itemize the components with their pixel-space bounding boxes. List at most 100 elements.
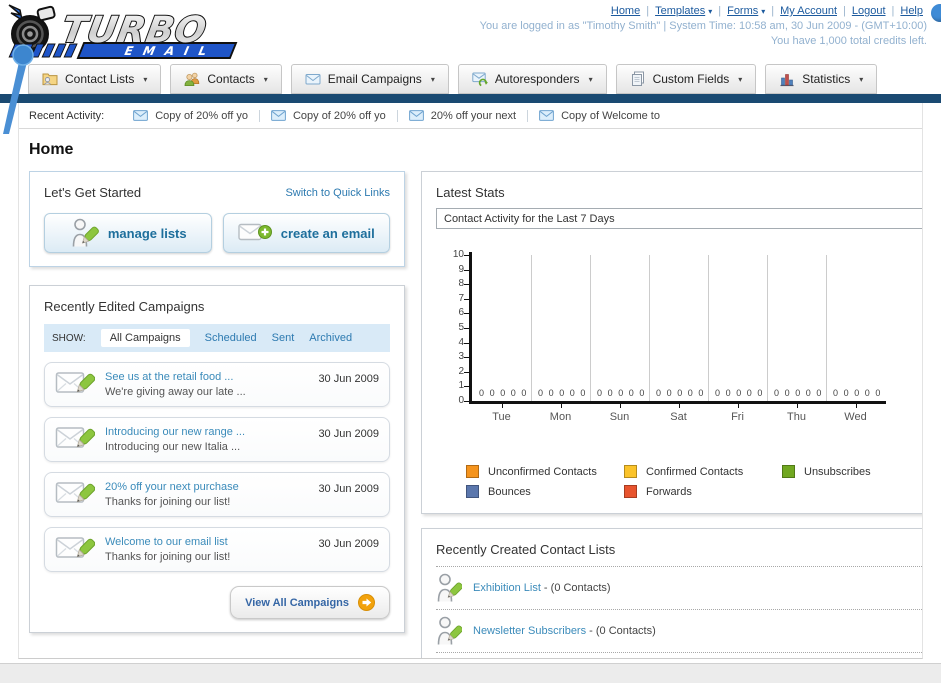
chart-value-label: 0 <box>510 388 516 398</box>
manage-lists-button[interactable]: manage lists <box>44 213 212 253</box>
recent-activity-item-2[interactable]: Copy of 20% off yo <box>260 109 398 122</box>
chart-value-label: 0 <box>677 388 683 398</box>
campaign-title-link[interactable]: See us at the retail food ... <box>105 371 308 383</box>
chart-y-tick <box>464 386 469 388</box>
recent-activity-item-4[interactable]: Copy of Welcome to <box>528 110 671 122</box>
recent-activity-item-label: Copy of Welcome to <box>561 109 660 122</box>
campaign-edit-icon <box>55 533 96 565</box>
campaign-row[interactable]: Introducing our new range ... Introducing… <box>44 417 390 462</box>
envelope-icon <box>133 110 149 121</box>
campaign-row[interactable]: See us at the retail food ... We're givin… <box>44 362 390 407</box>
stats-period-value: Contact Activity for the Last 7 Days <box>444 212 615 225</box>
chart-y-tick-label: 10 <box>452 249 464 260</box>
header-link-logout[interactable]: Logout <box>852 5 886 17</box>
chart-y-axis <box>469 252 472 404</box>
tab-label: Autoresponders <box>494 72 580 86</box>
switch-quick-links-link[interactable]: Switch to Quick Links <box>285 187 390 199</box>
recent-activity-item-1[interactable]: Copy of 20% off yo <box>122 109 260 122</box>
contact-list-text: Newsletter Subscribers - (0 Contacts) <box>473 625 656 637</box>
chart-y-tick <box>464 401 469 402</box>
chart-value-label: 0 <box>757 388 763 398</box>
chart-y-tick-label: 1 <box>458 380 464 392</box>
chevron-down-icon: ▾ <box>708 7 713 16</box>
tab-statistics[interactable]: Statistics ▾ <box>765 64 878 94</box>
filter-sent[interactable]: Sent <box>272 332 295 344</box>
chart-y-tick-label: 8 <box>458 278 464 290</box>
chart-gridline <box>590 255 591 401</box>
legend-swatch <box>624 465 637 478</box>
legend-label: Confirmed Contacts <box>646 465 744 478</box>
contact-lists-icon <box>42 71 58 87</box>
filter-archived[interactable]: Archived <box>309 332 352 344</box>
campaign-filter-bar: SHOW: All Campaigns Scheduled Sent Archived <box>44 324 390 352</box>
recent-activity-label: Recent Activity: <box>29 109 105 122</box>
tab-custom-fields[interactable]: Custom Fields ▾ <box>615 64 757 94</box>
header-link-home[interactable]: Home <box>611 5 640 17</box>
chart-y-tick-label: 4 <box>458 336 464 348</box>
campaign-title-link[interactable]: Introducing our new range ... <box>105 426 308 438</box>
separator: | <box>891 5 895 17</box>
chart-value-label: 0 <box>500 388 506 398</box>
tab-label: Contact Lists <box>65 72 135 86</box>
chart-x-tick <box>737 404 739 408</box>
contact-list-count: - (0 Contacts) <box>586 625 656 637</box>
campaign-text: 20% off your next purchase Thanks for joi… <box>105 481 308 508</box>
header-link-forms[interactable]: Forms ▾ <box>727 5 765 17</box>
campaign-title-link[interactable]: 20% off your next purchase <box>105 481 308 493</box>
header-link-templates[interactable]: Templates ▾ <box>655 5 712 17</box>
campaign-row[interactable]: Welcome to our email list Thanks for join… <box>44 527 390 572</box>
chart-x-tick <box>501 404 503 408</box>
tab-autoresponders[interactable]: Autoresponders ▾ <box>457 64 607 94</box>
legend-swatch <box>466 485 479 498</box>
recent-activity-item-label: Copy of 20% off yo <box>155 109 248 122</box>
contact-list-row: Exhibition List - (0 Contacts) <box>436 567 922 610</box>
recent-contact-lists-panel: Recently Created Contact Lists Exhibitio… <box>421 528 922 658</box>
contact-list-text: Exhibition List - (0 Contacts) <box>473 582 611 594</box>
chart-x-tick-label: Wed <box>844 411 867 423</box>
tab-label: Email Campaigns <box>327 72 422 86</box>
chart-value-label: 0 <box>489 388 495 398</box>
chevron-down-icon: ▾ <box>761 7 766 16</box>
envelope-icon <box>539 110 555 121</box>
chevron-down-icon: ▾ <box>588 74 593 84</box>
campaign-date: 30 Jun 2009 <box>318 428 379 440</box>
header-link-my-account[interactable]: My Account <box>780 5 837 17</box>
contact-list-link[interactable]: Exhibition List <box>473 582 541 594</box>
chart-y-tick-label: 5 <box>458 322 464 333</box>
chart-value-label: 0 <box>559 388 565 398</box>
tab-email-campaigns[interactable]: Email Campaigns ▾ <box>290 64 449 94</box>
legend-swatch <box>624 485 637 498</box>
filter-scheduled[interactable]: Scheduled <box>205 332 257 344</box>
tab-contacts[interactable]: Contacts ▾ <box>170 64 282 94</box>
latest-stats-title: Latest Stats <box>436 185 505 200</box>
campaign-subtitle: We're giving away our late ... <box>105 385 246 398</box>
view-all-campaigns-label: View All Campaigns <box>245 596 349 609</box>
legend-item-confirmed-contacts: Confirmed Contacts <box>624 465 782 478</box>
recent-activity-item-3[interactable]: 20% off your next <box>398 109 529 122</box>
legend-item-forwards: Forwards <box>624 485 782 498</box>
chart-y-tick-label: 2 <box>458 365 464 377</box>
filter-all-campaigns[interactable]: All Campaigns <box>100 329 190 347</box>
header-link-help[interactable]: Help <box>900 5 923 17</box>
chart-value-label: 0 <box>607 388 613 398</box>
view-all-campaigns-button[interactable]: View All Campaigns <box>230 586 390 619</box>
campaign-text: See us at the retail food ... We're givin… <box>105 371 308 398</box>
create-email-button[interactable]: create an email <box>222 213 390 253</box>
campaign-title-link[interactable]: Welcome to our email list <box>105 536 308 548</box>
chart-y-tick <box>464 313 469 315</box>
contact-list-link[interactable]: Newsletter Subscribers <box>473 625 586 637</box>
campaign-edit-icon <box>55 368 96 400</box>
help-indicator-dot <box>931 4 941 22</box>
campaign-row[interactable]: 20% off your next purchase Thanks for joi… <box>44 472 390 517</box>
chart-y-tick-label: 6 <box>458 307 464 319</box>
chart-value-label: 0 <box>521 388 527 398</box>
chart-value-label: 0 <box>698 388 704 398</box>
chart-y-tick-label: 0 <box>458 395 464 406</box>
footer-strip <box>0 663 941 683</box>
tab-contact-lists[interactable]: Contact Lists ▾ <box>28 64 162 94</box>
stats-period-select[interactable]: Contact Activity for the Last 7 Days ▼ <box>436 208 922 229</box>
chart-value-label: 0 <box>548 388 554 398</box>
chart-value-label: 0 <box>795 388 801 398</box>
chart-x-tick-label: Tue <box>492 411 511 423</box>
campaign-date: 30 Jun 2009 <box>318 483 379 495</box>
